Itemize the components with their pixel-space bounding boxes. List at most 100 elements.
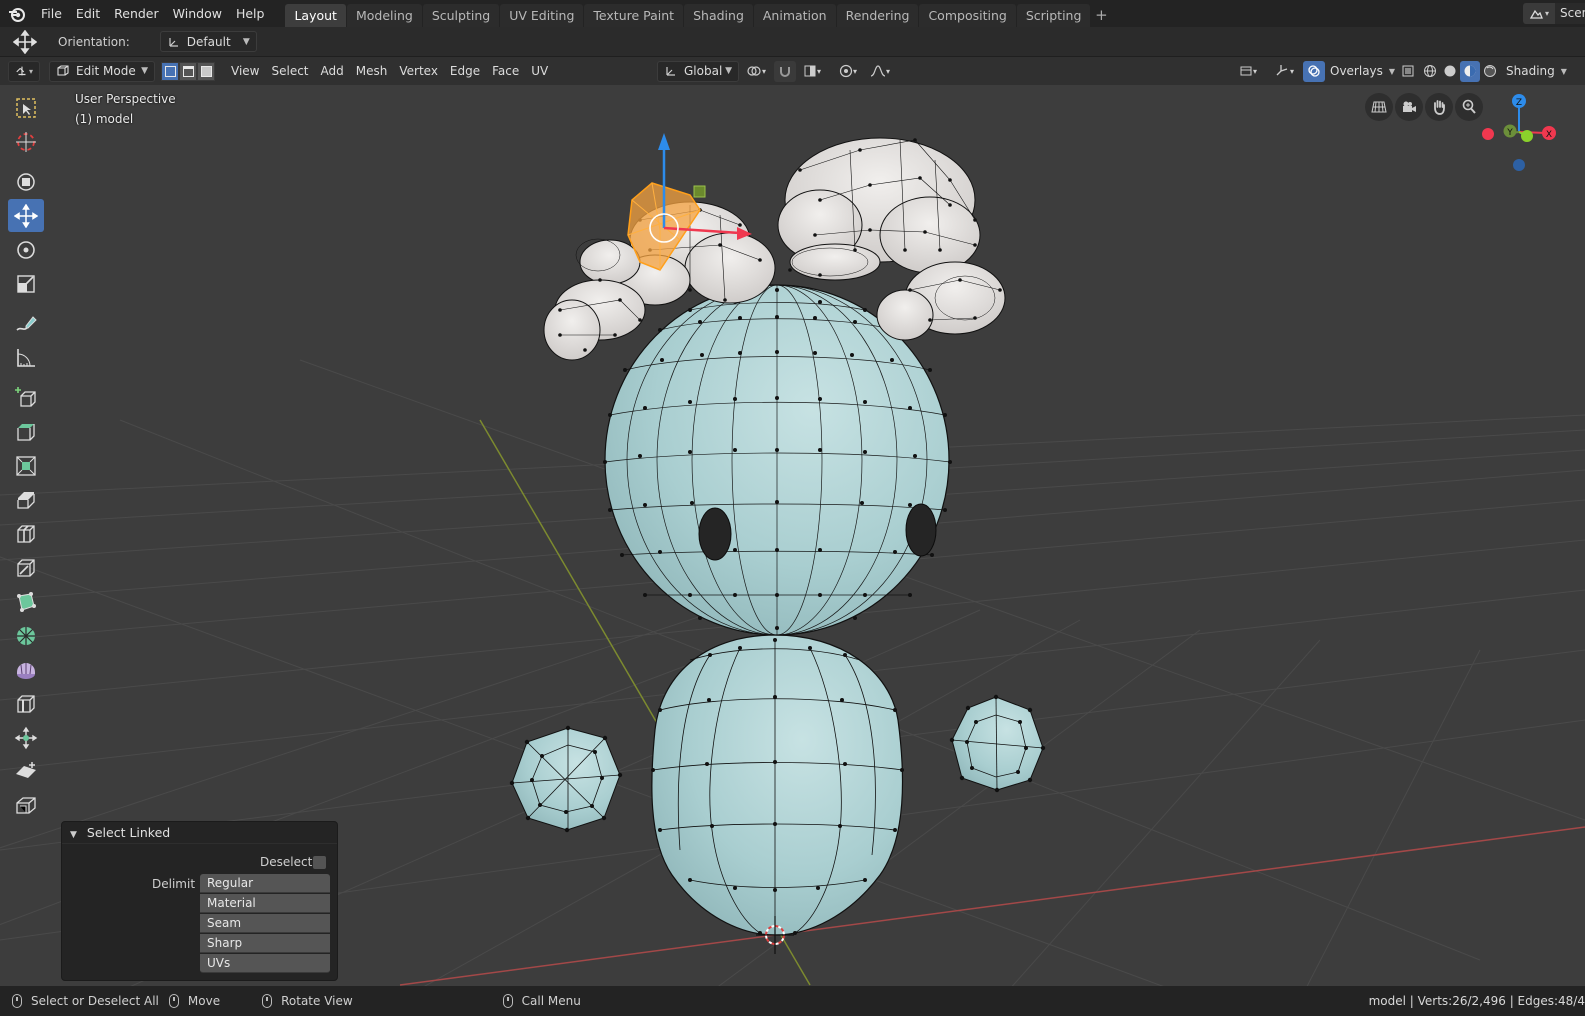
menu-view[interactable]: View [225, 61, 265, 82]
overlays-toggle-button[interactable] [1303, 60, 1325, 82]
shrink-fatten-tool[interactable] [8, 721, 44, 754]
menu-vertex[interactable]: Vertex [393, 61, 444, 82]
hand-icon [1434, 100, 1445, 115]
edge-select-button[interactable] [179, 61, 197, 81]
tab-modeling[interactable]: Modeling [346, 4, 422, 27]
inset-tool[interactable] [8, 449, 44, 482]
menu-help[interactable]: Help [229, 0, 272, 27]
delimit-seam-toggle[interactable]: Seam [200, 914, 330, 933]
tab-scripting[interactable]: Scripting [1016, 4, 1091, 27]
status-call-menu-hint: Call Menu [502, 994, 581, 1008]
delimit-material-toggle[interactable]: Material [200, 894, 330, 913]
navigation-gizmo[interactable]: Z X Y [1475, 90, 1575, 175]
collapse-triangle-icon[interactable]: ▼ [70, 830, 77, 840]
gizmo-neg-x-axis[interactable] [1482, 128, 1494, 140]
tab-animation[interactable]: Animation [753, 4, 836, 27]
tab-sculpting[interactable]: Sculpting [422, 4, 500, 27]
extrude-tool[interactable] [8, 415, 44, 448]
cursor-tool[interactable] [8, 125, 44, 158]
orientation-dropdown[interactable]: Default ▼ [159, 31, 257, 52]
falloff-button[interactable]: ▾ [865, 61, 895, 82]
xray-toggle-button[interactable] [1397, 61, 1419, 82]
menu-add[interactable]: Add [315, 61, 350, 82]
vertex-select-button[interactable] [161, 61, 179, 81]
solid-shading-button[interactable] [1440, 61, 1460, 82]
menu-window[interactable]: Window [166, 0, 229, 27]
left-hand-mesh[interactable] [509, 725, 623, 833]
transform-tool[interactable] [8, 165, 44, 198]
right-hand-mesh[interactable] [949, 694, 1046, 793]
operator-panel-header[interactable]: ▼ Select Linked [62, 822, 337, 844]
annotate-tool[interactable] [8, 307, 44, 340]
delimit-regular-toggle[interactable]: Regular [200, 874, 330, 893]
loop-cut-tool[interactable] [8, 517, 44, 550]
pivot-point-button[interactable]: ▾ [742, 61, 770, 82]
measure-tool[interactable] [8, 341, 44, 374]
add-cube-tool[interactable] [8, 381, 44, 414]
face-select-button[interactable] [197, 61, 215, 81]
shear-tool[interactable] [8, 755, 44, 788]
tab-texture-paint[interactable]: Texture Paint [584, 4, 684, 27]
tab-rendering[interactable]: Rendering [836, 4, 919, 27]
material-shading-button[interactable] [1460, 60, 1480, 82]
editor-type-button[interactable]: ▾ [8, 60, 40, 82]
rotate-tool[interactable] [8, 233, 44, 266]
pan-view-button[interactable] [1425, 93, 1453, 121]
grid-toggle-button[interactable] [1365, 93, 1393, 121]
scene-selector[interactable]: ▾ Scen [1523, 3, 1585, 24]
left-toolbar [8, 91, 46, 823]
move-tool[interactable] [8, 199, 44, 232]
delimit-uvs-toggle[interactable]: UVs [200, 954, 330, 973]
menu-face[interactable]: Face [486, 61, 525, 82]
shading-label: Shading [1506, 63, 1555, 78]
scale-tool[interactable] [8, 267, 44, 300]
tab-shading[interactable]: Shading [684, 4, 753, 27]
knife-tool[interactable] [8, 551, 44, 584]
bevel-tool[interactable] [8, 483, 44, 516]
overlays-dropdown[interactable]: Overlays ▼ [1324, 61, 1401, 82]
rip-region-tool[interactable] [8, 789, 44, 822]
scene-icon[interactable]: ▾ [1523, 3, 1555, 24]
scene-name[interactable]: Scen [1555, 3, 1585, 24]
tab-uv-editing[interactable]: UV Editing [500, 4, 584, 27]
spin-tool[interactable] [8, 619, 44, 652]
deselect-checkbox[interactable] [313, 856, 326, 869]
menu-render[interactable]: Render [107, 0, 166, 27]
mode-dropdown[interactable]: Edit Mode ▼ [49, 60, 155, 82]
edit-mode-icon [57, 65, 69, 76]
transform-orientation-dropdown[interactable]: Global ▼ [657, 60, 739, 82]
middle-mouse-icon [262, 994, 273, 1008]
camera-view-button[interactable] [1395, 93, 1423, 121]
tab-compositing[interactable]: Compositing [919, 4, 1016, 27]
add-workspace-button[interactable]: + [1091, 4, 1111, 27]
menu-file[interactable]: File [34, 0, 69, 27]
transform-icon [17, 172, 35, 191]
menu-edge[interactable]: Edge [444, 61, 486, 82]
select-box-tool[interactable] [8, 91, 44, 124]
left-eye-mesh[interactable] [698, 507, 732, 561]
snap-toggle-button[interactable] [774, 60, 796, 82]
menu-edit[interactable]: Edit [69, 0, 107, 27]
proportional-edit-button[interactable]: ▾ [834, 61, 862, 82]
orientation-axis-icon [666, 67, 675, 76]
delimit-sharp-toggle[interactable]: Sharp [200, 934, 330, 953]
right-eye-mesh[interactable] [905, 503, 937, 557]
menu-select[interactable]: Select [265, 61, 314, 82]
edge-slide-tool[interactable] [8, 687, 44, 720]
inset-icon [16, 455, 36, 476]
tab-layout[interactable]: Layout [285, 4, 346, 27]
menu-uv[interactable]: UV [525, 61, 554, 82]
body-mesh[interactable] [651, 634, 904, 936]
rendered-shading-button[interactable] [1480, 61, 1500, 82]
snap-target-button[interactable]: ▾ [797, 61, 827, 82]
gizmo-neg-z-axis[interactable] [1513, 159, 1525, 171]
blender-logo-icon[interactable] [0, 0, 34, 27]
menu-mesh[interactable]: Mesh [350, 61, 394, 82]
gizmo-neg-y-axis[interactable] [1521, 130, 1533, 142]
object-type-visibility-button[interactable]: ▾ [1234, 61, 1262, 82]
gizmo-toggle-button[interactable]: ▾ [1270, 61, 1298, 82]
shading-dropdown[interactable]: Shading ▼ [1500, 61, 1573, 82]
poly-build-tool[interactable] [8, 585, 44, 618]
wireframe-shading-button[interactable] [1420, 61, 1440, 82]
smooth-tool[interactable] [8, 653, 44, 686]
